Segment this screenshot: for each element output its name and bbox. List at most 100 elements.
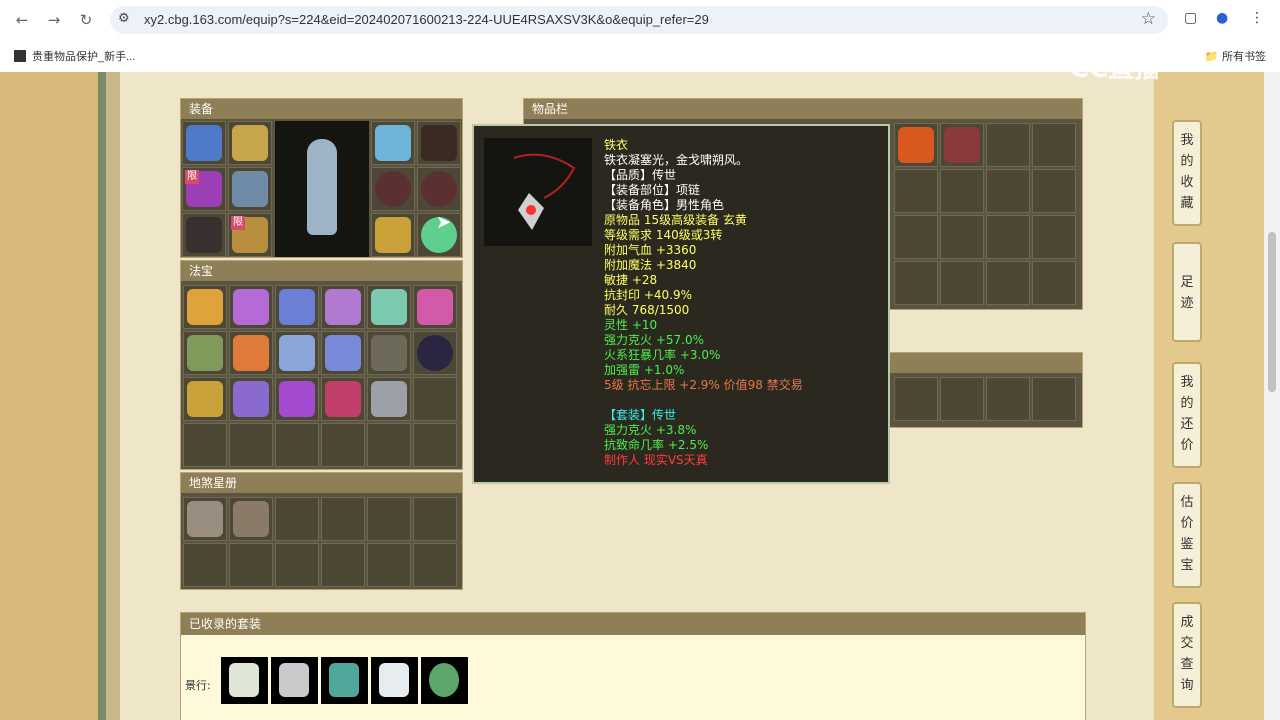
fabao-slot[interactable] [183,331,227,375]
fabao-slot[interactable] [413,285,457,329]
card-icon [233,501,269,537]
fabao-slot[interactable] [321,331,365,375]
fabao-slot[interactable] [321,423,365,467]
fabao-slot[interactable] [229,285,273,329]
disha-slot[interactable] [183,543,227,587]
all-bookmarks[interactable]: 📁 所有书签 [1205,48,1266,64]
scrollbar[interactable] [1264,72,1280,720]
fabao-slot[interactable] [413,331,457,375]
equip-slot[interactable] [371,121,415,165]
bookmark-star-icon[interactable]: ☆ [1141,9,1156,29]
fabao-slot[interactable] [229,377,273,421]
fabao-slot[interactable] [275,423,319,467]
item-slot[interactable] [1032,169,1076,213]
address-bar[interactable]: ⚙ xy2.cbg.163.com/equip?s=224&eid=202402… [110,6,1168,34]
storage-slot[interactable] [986,377,1030,421]
fabao-slot[interactable] [367,423,411,467]
disha-slot[interactable] [229,543,273,587]
equip-slot[interactable] [182,121,226,165]
scrollbar-thumb[interactable] [1268,232,1276,392]
item-slot[interactable] [940,261,984,305]
equip-slot[interactable] [417,121,461,165]
bookmark-item[interactable]: 贵重物品保护_新手... [14,48,135,64]
item-slot[interactable] [894,169,938,213]
storage-slot[interactable] [940,377,984,421]
sidepanel-icon[interactable]: ▢ [1184,10,1197,26]
fabao-slot[interactable] [413,377,457,421]
equip-slot[interactable] [371,167,415,211]
item-slot[interactable] [986,261,1030,305]
item-slot[interactable] [940,215,984,259]
disha-slot[interactable] [229,497,273,541]
equip-slot[interactable] [228,167,272,211]
menu-my-counteroffer[interactable]: 我的还价 [1172,362,1202,468]
menu-label: 成交查询 [1180,615,1194,693]
fabao-slot[interactable] [183,285,227,329]
fabao-slot[interactable] [413,423,457,467]
storage-slot[interactable] [894,377,938,421]
menu-footprint[interactable]: 足迹 [1172,242,1202,342]
fabao-slot[interactable] [367,331,411,375]
reload-icon[interactable]: ↻ [76,10,96,30]
fabao-slot[interactable] [275,285,319,329]
forward-icon[interactable]: → [44,10,64,30]
fabao-slot[interactable] [183,377,227,421]
set-label: 景行: [185,679,211,692]
equip-slot[interactable]: 限 [182,167,226,211]
menu-icon[interactable]: ⋮ [1250,10,1264,26]
tooltip-line: 抗致命几率 +2.5% [604,438,709,452]
fabao-slot[interactable] [183,423,227,467]
item-slot[interactable] [1032,215,1076,259]
item-slot[interactable] [940,123,984,167]
menu-appraisal[interactable]: 估价鉴宝 [1172,482,1202,588]
fabao-slot[interactable] [229,331,273,375]
set-item[interactable] [371,657,418,704]
menu-my-favorites[interactable]: 我的收藏 [1172,120,1202,226]
mask-icon [375,125,411,161]
fabao-slot[interactable] [367,377,411,421]
set-item[interactable] [421,657,468,704]
item-slot[interactable] [986,215,1030,259]
item-slot[interactable] [1032,261,1076,305]
site-info-icon[interactable]: ⚙ [118,11,130,26]
profile-icon[interactable]: ● [1216,10,1228,26]
back-icon[interactable]: ← [12,10,32,30]
fabao-slot[interactable] [275,331,319,375]
fabao-slot[interactable] [367,285,411,329]
disha-slot[interactable] [413,497,457,541]
disha-slot[interactable] [183,497,227,541]
menu-deal-query[interactable]: 成交查询 [1172,602,1202,708]
disha-slot[interactable] [367,497,411,541]
fabao-slot[interactable] [321,285,365,329]
disha-slot[interactable] [321,543,365,587]
fabao-slot[interactable] [275,377,319,421]
disha-slot[interactable] [367,543,411,587]
orb-icon [186,217,222,253]
fabao-slot[interactable] [229,423,273,467]
item-slot[interactable] [894,215,938,259]
tooltip-line: 铁衣凝塞光，金戈啸朔风。 [604,153,749,167]
equip-slot[interactable] [228,121,272,165]
item-slot[interactable] [894,261,938,305]
set-item[interactable] [321,657,368,704]
equip-slot[interactable] [182,213,226,257]
item-slot[interactable] [1032,123,1076,167]
disha-slot[interactable] [275,497,319,541]
item-image [484,138,592,246]
item-slot[interactable] [986,123,1030,167]
equip-slot[interactable] [417,167,461,211]
url-text[interactable]: xy2.cbg.163.com/equip?s=224&eid=20240207… [144,12,709,27]
equip-slot[interactable]: 限 [228,213,272,257]
storage-slot[interactable] [1032,377,1076,421]
equip-panel-title: 装备 [181,99,462,119]
equip-slot[interactable] [371,213,415,257]
item-slot[interactable] [986,169,1030,213]
disha-slot[interactable] [413,543,457,587]
fabao-slot[interactable] [321,377,365,421]
set-item[interactable] [221,657,268,704]
item-slot[interactable] [894,123,938,167]
item-slot[interactable] [940,169,984,213]
disha-slot[interactable] [321,497,365,541]
disha-slot[interactable] [275,543,319,587]
set-item[interactable] [271,657,318,704]
